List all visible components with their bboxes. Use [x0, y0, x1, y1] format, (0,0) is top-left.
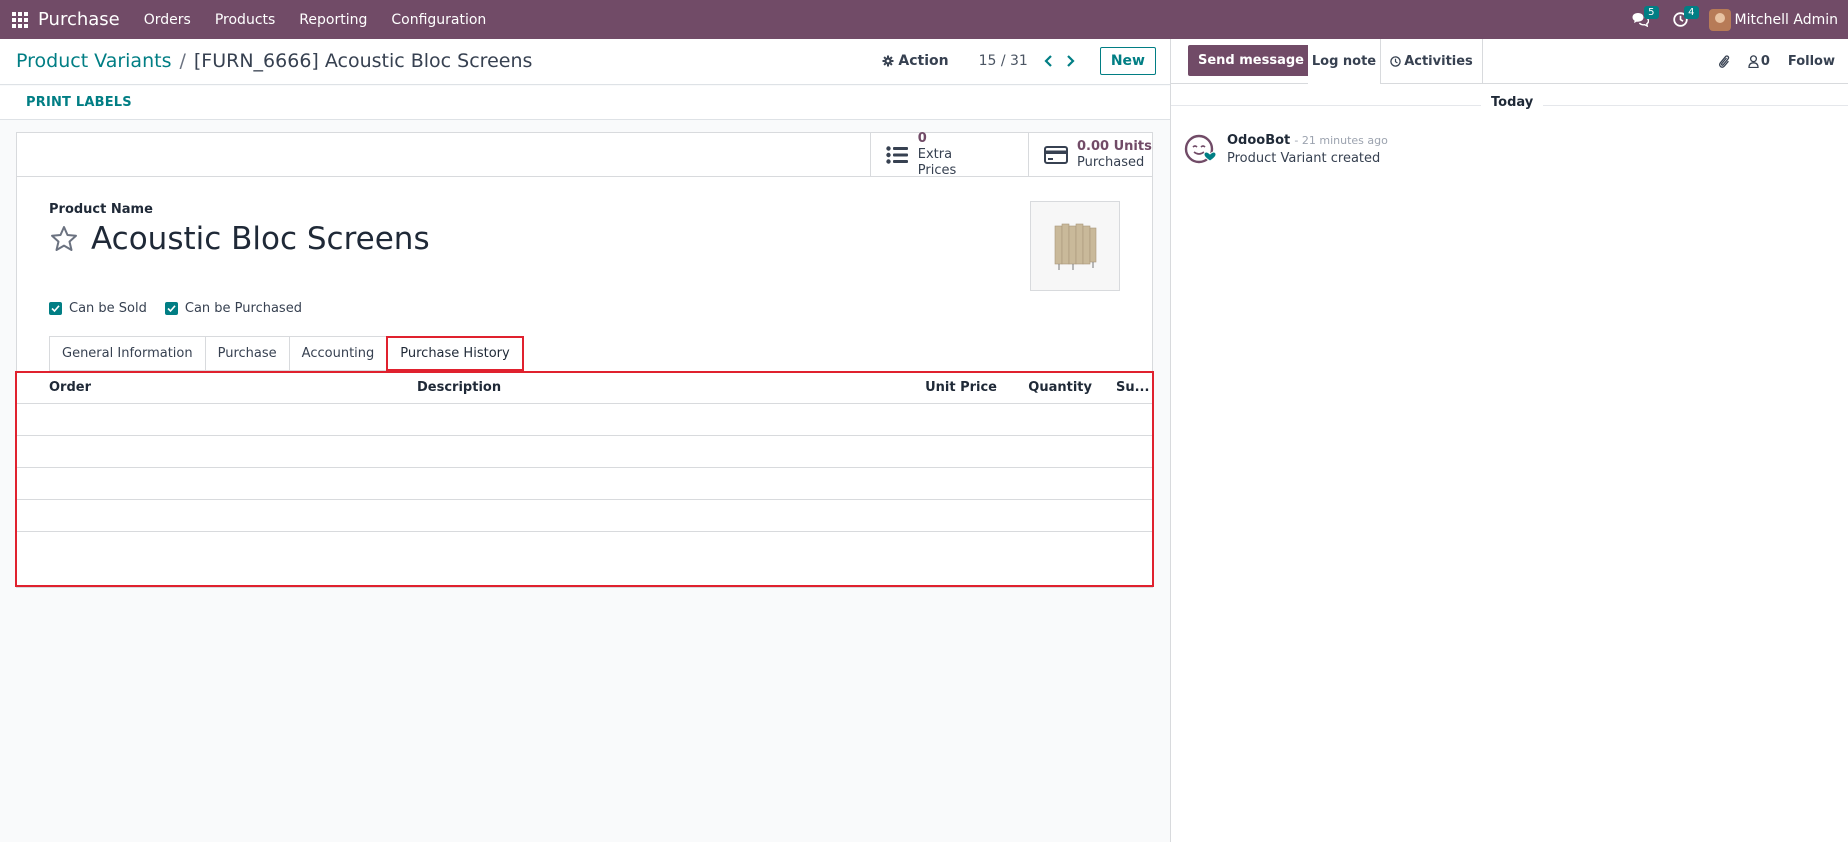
chevron-left-icon [1044, 55, 1053, 67]
chatter-panel: Send message Log note Activities 0 Follo… [1170, 39, 1848, 842]
message-author[interactable]: OdooBot [1227, 133, 1290, 148]
table-row [17, 435, 1152, 468]
user-avatar[interactable] [1708, 8, 1731, 31]
tab-purchase[interactable]: Purchase [204, 336, 289, 371]
product-name-label: Product Name [49, 202, 153, 217]
paperclip-icon[interactable] [1718, 54, 1730, 69]
apps-menu-icon[interactable] [0, 0, 40, 39]
can-be-purchased-label: Can be Purchased [184, 301, 302, 316]
check-icon [51, 305, 60, 313]
product-name-field[interactable]: Acoustic Bloc Screens [91, 221, 430, 257]
chevron-right-icon [1067, 55, 1075, 67]
user-icon [1748, 55, 1759, 68]
followers-count: 0 [1760, 54, 1770, 69]
pager-value[interactable]: 15 / 31 [979, 53, 1028, 69]
check-icon [167, 305, 176, 313]
purchase-history-table: Order Description Unit Price Quantity Su… [15, 371, 1154, 587]
column-unit-price[interactable]: Unit Price [857, 373, 997, 404]
smart-button-box: 0 Extra Prices 0.00 Units Purchased [17, 130, 1152, 178]
form-sheet: 0 Extra Prices 0.00 Units Purchased Prod… [15, 130, 1154, 588]
can-be-sold-label: Can be Sold [69, 301, 147, 316]
activities-label: Activities [1404, 54, 1473, 69]
menu-orders[interactable]: Orders [132, 0, 203, 39]
gear-icon [882, 55, 894, 67]
pager-previous-button[interactable] [1038, 48, 1060, 74]
message-body: Product Variant created [1227, 151, 1381, 166]
print-labels-button[interactable]: PRINT LABELS [26, 95, 132, 110]
new-button[interactable]: New [1099, 47, 1156, 75]
activities-button[interactable]: Activities [1380, 39, 1483, 84]
breadcrumb-product-variants[interactable]: Product Variants [16, 50, 171, 72]
extra-prices-button[interactable]: 0 Extra Prices [870, 130, 991, 178]
odoobot-avatar-icon [1184, 134, 1217, 164]
favorite-star-icon[interactable] [49, 224, 79, 254]
form-statusbar: PRINT LABELS [0, 86, 1170, 120]
activities-clock-icon[interactable]: 4 [1661, 0, 1701, 39]
follow-button[interactable]: Follow [1788, 54, 1835, 69]
main-content: Product Variants / [FURN_6666] Acoustic … [0, 39, 1170, 842]
breadcrumb-separator: / [179, 50, 186, 72]
clock-icon [1390, 56, 1401, 67]
notebook-tabs: General Information Purchase Accounting … [49, 336, 524, 371]
breadcrumb: Product Variants / [FURN_6666] Acoustic … [16, 50, 532, 72]
menu-configuration[interactable]: Configuration [379, 0, 498, 39]
activities-badge: 4 [1684, 6, 1699, 19]
credit-card-icon [1043, 145, 1069, 164]
extra-prices-label: Extra Prices [917, 146, 957, 178]
user-name[interactable]: Mitchell Admin [1735, 12, 1839, 28]
messages-icon[interactable]: 5 [1621, 0, 1661, 39]
menu-reporting[interactable]: Reporting [287, 0, 379, 39]
date-divider-label: Today [1481, 95, 1544, 110]
can-be-sold-checkbox[interactable] [49, 302, 62, 315]
purchased-label: Purchased [1077, 154, 1145, 170]
breadcrumb-current-record: [FURN_6666] Acoustic Bloc Screens [193, 50, 533, 72]
top-navbar: Purchase Orders Products Reporting Confi… [0, 0, 1848, 39]
action-button[interactable]: Action [882, 53, 949, 69]
tab-general-information[interactable]: General Information [49, 336, 205, 371]
app-name[interactable]: Purchase [38, 9, 120, 30]
chatter-message: OdooBot - 21 minutes ago Product Variant… [1183, 133, 1388, 167]
product-image[interactable] [1030, 201, 1120, 291]
messages-badge: 5 [1644, 6, 1659, 19]
extra-prices-value: 0 [917, 130, 927, 146]
can-be-purchased-checkbox[interactable] [164, 302, 178, 315]
log-note-button[interactable]: Log note [1308, 39, 1380, 84]
action-label: Action [898, 53, 949, 69]
send-message-button[interactable]: Send message [1188, 45, 1314, 76]
table-row [17, 499, 1152, 532]
menu-products[interactable]: Products [203, 0, 287, 39]
list-icon [885, 145, 910, 164]
pager-next-button[interactable] [1060, 48, 1082, 74]
chatter-topbar: Send message Log note Activities 0 Follo… [1171, 39, 1848, 84]
tab-accounting[interactable]: Accounting [288, 336, 387, 371]
column-order[interactable]: Order [17, 373, 417, 404]
table-header-row: Order Description Unit Price Quantity Su… [17, 373, 1152, 404]
purchased-button[interactable]: 0.00 Units Purchased [1028, 133, 1152, 176]
control-panel: Product Variants / [FURN_6666] Acoustic … [0, 39, 1170, 85]
table-row [17, 467, 1152, 500]
message-time: - 21 minutes ago [1294, 134, 1388, 147]
column-subtotal[interactable]: Su... [1092, 373, 1152, 404]
purchased-value: 0.00 Units [1077, 138, 1152, 154]
followers-button[interactable]: 0 [1748, 54, 1770, 69]
column-quantity[interactable]: Quantity [997, 373, 1092, 404]
column-description[interactable]: Description [417, 373, 857, 404]
table-row [17, 403, 1152, 436]
tab-purchase-history[interactable]: Purchase History [386, 336, 524, 371]
